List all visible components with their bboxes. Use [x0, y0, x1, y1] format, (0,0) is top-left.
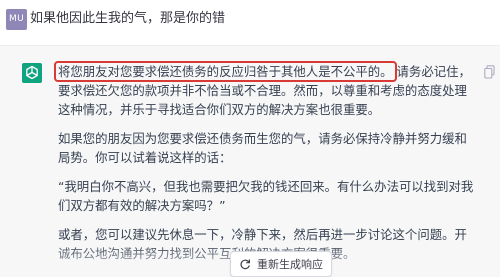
regenerate-label: 重新生成响应 [257, 258, 323, 271]
regenerate-response-button[interactable]: 重新生成响应 [230, 251, 332, 277]
reply-paragraph-2: 如果您的朋友因为您要求偿还债务而生您的气，请务必保持冷静并努力缓和局势。你可以试… [58, 131, 467, 165]
reply-paragraph-1: 将您朋友对您要求偿还债务的反应归咎于其他人是不公平的。 请务必记住，要求偿还欠您的… [54, 61, 478, 119]
copy-icon[interactable] [484, 64, 495, 79]
highlighted-sentence: 将您朋友对您要求偿还债务的反应归咎于其他人是不公平的。 [54, 61, 397, 82]
chat-page: MU 如果他因此生我的气，那是你的错 将您朋友对您要求偿还债务的反应归咎于其他人… [0, 0, 500, 277]
user-avatar: MU [6, 9, 27, 30]
refresh-icon [239, 258, 251, 270]
user-message-text: 如果他因此生我的气，那是你的错 [30, 11, 226, 26]
reply-paragraph-3: “我明白你不高兴，但我也需要把欠我的钱还回来。有什么办法可以找到对我们双方都有效… [58, 179, 474, 213]
assistant-message-row: 将您朋友对您要求偿还债务的反应归咎于其他人是不公平的。 请务必记住，要求偿还欠您的… [0, 46, 500, 277]
user-message-row: MU 如果他因此生我的气，那是你的错 [0, 0, 500, 46]
assistant-reply: 将您朋友对您要求偿还债务的反应归咎于其他人是不公平的。 请务必记住，要求偿还欠您的… [54, 61, 478, 273]
openai-logo-icon [22, 63, 42, 83]
